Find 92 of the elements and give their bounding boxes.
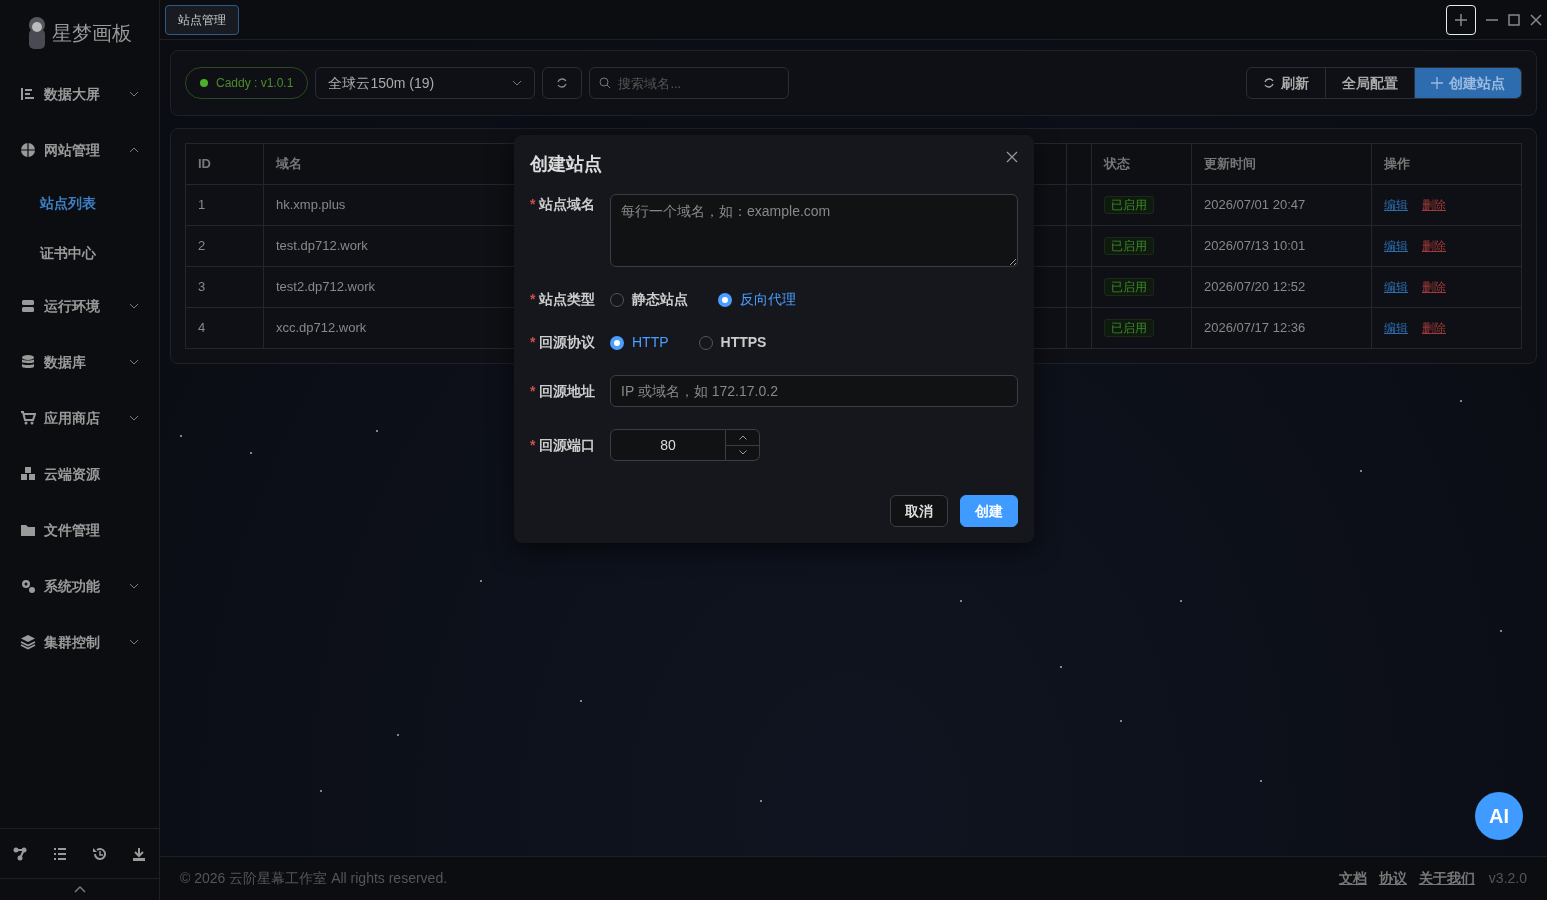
- bars-icon: [20, 86, 36, 102]
- chevron-down-icon[interactable]: [738, 450, 747, 456]
- copyright-text: © 2026 云阶星幕工作室 All rights reserved.: [180, 869, 448, 888]
- search-field[interactable]: 搜索域名...: [589, 67, 790, 99]
- column-header: 更新时间: [1191, 143, 1372, 185]
- field-label: 回源协议: [539, 333, 596, 352]
- table-cell: 2026/07/01 20:47: [1191, 184, 1372, 226]
- field-label: 站点域名: [539, 195, 596, 214]
- column-header: 状态: [1091, 143, 1192, 185]
- edit-link[interactable]: 编辑: [1384, 239, 1408, 254]
- status-tag: 已启用: [1104, 237, 1154, 256]
- cart-icon: [20, 410, 36, 426]
- chevron-up-icon[interactable]: [129, 147, 139, 153]
- table-cell: 2: [185, 225, 264, 267]
- status-tag: 已启用: [1104, 278, 1154, 297]
- domain-textarea[interactable]: 每行一个域名，如：example.com: [610, 194, 1018, 267]
- table-cell: 2026/07/20 12:52: [1191, 266, 1372, 308]
- refresh-button[interactable]: 刷新: [1247, 68, 1326, 98]
- edit-link[interactable]: 编辑: [1384, 280, 1408, 295]
- search-icon: [599, 77, 612, 89]
- sidebar-item[interactable]: 集群控制: [0, 614, 159, 670]
- sidebar-item[interactable]: 应用商店: [0, 390, 159, 446]
- column-header: ID: [185, 143, 264, 185]
- table-cell: 3: [185, 266, 264, 308]
- version-text: v3.2.0: [1488, 869, 1527, 888]
- chevron-down-icon[interactable]: [129, 91, 139, 97]
- chevron-down-icon[interactable]: [129, 359, 139, 365]
- download-icon[interactable]: [132, 846, 147, 861]
- sidebar-item[interactable]: 数据库: [0, 334, 159, 390]
- sidebar-subitem[interactable]: 证书中心: [0, 228, 159, 278]
- chevron-down-icon[interactable]: [512, 80, 523, 86]
- maximize-icon[interactable]: [1508, 13, 1520, 26]
- footer-link[interactable]: 协议: [1378, 868, 1407, 889]
- table-cell: 4: [185, 307, 264, 349]
- checklist-icon[interactable]: [52, 846, 67, 861]
- layers-icon: [20, 634, 36, 650]
- field-label: 站点类型: [539, 290, 596, 309]
- server-select[interactable]: 全球云150m (19): [315, 67, 536, 99]
- close-icon[interactable]: [1530, 13, 1542, 26]
- cubes-icon: [20, 466, 36, 482]
- girl-drawing: [26, 15, 48, 51]
- address-field[interactable]: IP 或域名，如 172.17.0.2: [610, 375, 1018, 407]
- close-icon[interactable]: [1006, 151, 1018, 163]
- logo-text: 星梦画板: [52, 20, 132, 47]
- chevron-down-icon[interactable]: [129, 415, 139, 421]
- radio-option[interactable]: 反向代理: [718, 289, 796, 310]
- plus-icon: [1431, 77, 1443, 89]
- dialog-title: 创建站点: [530, 153, 602, 176]
- history-icon[interactable]: [92, 846, 107, 861]
- status-tag: 已启用: [1104, 319, 1154, 338]
- field-label: 回源端口: [539, 435, 596, 455]
- required-mark: *: [530, 290, 536, 309]
- table-cell: 2026/07/17 12:36: [1191, 307, 1372, 349]
- globe-icon: [20, 142, 36, 158]
- field-label: 回源地址: [539, 381, 596, 401]
- sidebar-item[interactable]: 数据大屏: [0, 66, 159, 122]
- refresh-icon: [1263, 77, 1275, 89]
- folder-icon: [20, 522, 36, 538]
- sidebar-item[interactable]: 网站管理: [0, 122, 159, 178]
- sidebar-subitem[interactable]: 站点列表: [0, 178, 159, 228]
- footer-link[interactable]: 关于我们: [1418, 868, 1475, 889]
- port-field[interactable]: 80: [610, 429, 726, 461]
- radio-option[interactable]: 静态站点: [610, 289, 688, 310]
- refresh-icon: [556, 77, 569, 89]
- status-tag: 已启用: [1104, 196, 1154, 215]
- required-mark: *: [530, 333, 536, 352]
- chevron-up-icon[interactable]: [73, 886, 86, 893]
- gears-icon: [20, 578, 36, 594]
- table-cell: 2026/07/13 10:01: [1191, 225, 1372, 267]
- sidebar-item[interactable]: 云端资源: [0, 446, 159, 502]
- chevron-down-icon[interactable]: [129, 583, 139, 589]
- chevron-down-icon[interactable]: [129, 639, 139, 645]
- tab[interactable]: 站点管理: [165, 4, 239, 35]
- required-mark: *: [530, 195, 536, 214]
- chevron-up-icon[interactable]: [738, 434, 747, 440]
- chevron-down-icon[interactable]: [129, 303, 139, 309]
- nodes-icon[interactable]: [12, 846, 27, 861]
- sidebar-item[interactable]: 运行环境: [0, 278, 159, 334]
- database-icon: [20, 354, 36, 370]
- edit-link[interactable]: 编辑: [1384, 198, 1408, 213]
- sidebar-item[interactable]: 文件管理: [0, 502, 159, 558]
- required-mark: *: [530, 435, 536, 455]
- cancel-button[interactable]: 取消: [890, 495, 948, 527]
- required-mark: *: [530, 381, 536, 401]
- plus-icon: [1455, 13, 1467, 26]
- footer-link[interactable]: 文档: [1338, 868, 1367, 889]
- server-icon: [20, 298, 36, 314]
- sidebar-item[interactable]: 系统功能: [0, 558, 159, 614]
- add-button[interactable]: [1446, 4, 1476, 35]
- edit-link[interactable]: 编辑: [1384, 321, 1408, 336]
- table-cell: 1: [185, 184, 264, 226]
- column-header: 操作: [1371, 143, 1522, 185]
